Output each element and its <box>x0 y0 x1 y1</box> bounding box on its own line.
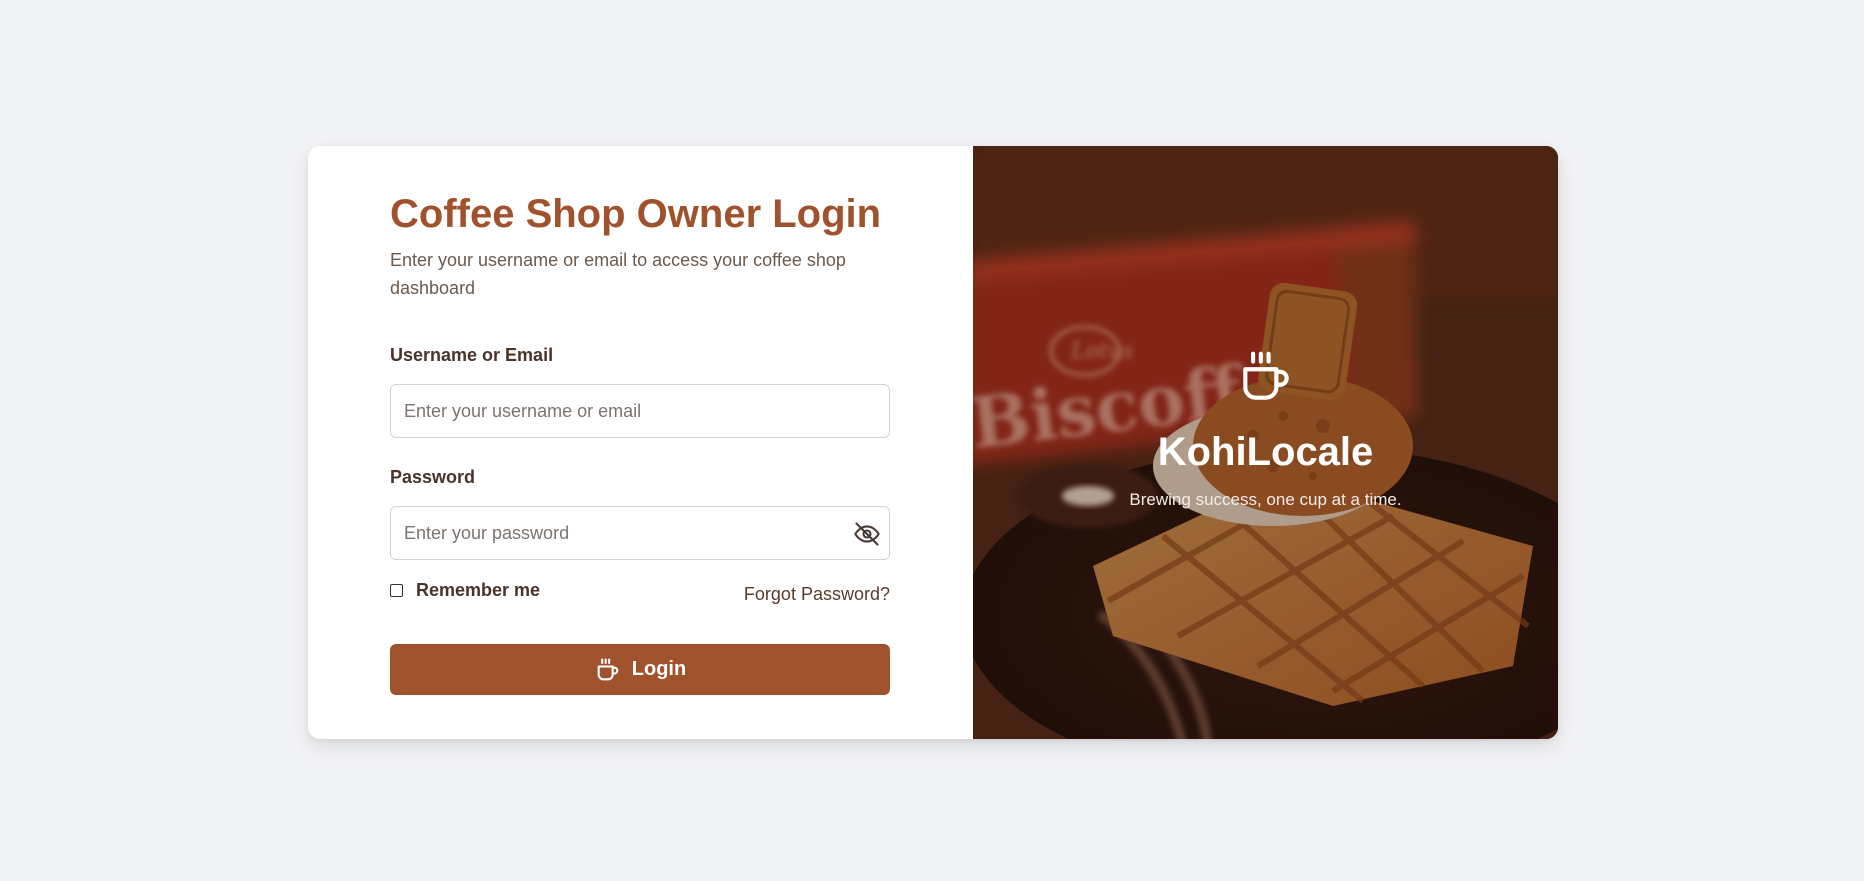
brand-block: KohiLocale Brewing success, one cup at a… <box>973 346 1558 510</box>
login-panel: Coffee Shop Owner Login Enter your usern… <box>308 146 973 739</box>
eye-off-icon[interactable] <box>853 520 881 548</box>
remember-me[interactable]: Remember me <box>390 580 540 600</box>
brand-panel: Lotus Biscoff KohiLocale Brewing success… <box>973 146 1558 739</box>
remember-checkbox[interactable] <box>390 583 403 597</box>
username-label: Username or Email <box>390 345 554 365</box>
coffee-cup-icon <box>597 657 619 680</box>
password-field <box>390 506 890 560</box>
options-row: Remember me Forgot Password? <box>390 580 890 610</box>
username-input[interactable] <box>391 385 889 437</box>
remember-label: Remember me <box>416 580 541 600</box>
page-subtitle: Enter your username or email to access y… <box>390 250 846 298</box>
login-card: Coffee Shop Owner Login Enter your usern… <box>308 146 1558 739</box>
password-label: Password <box>390 467 476 487</box>
brand-name: KohiLocale <box>1157 430 1374 474</box>
coffee-cup-icon <box>1242 351 1289 400</box>
login-button-label: Login <box>631 658 687 680</box>
login-button[interactable]: Login <box>390 644 890 695</box>
page-title: Coffee Shop Owner Login <box>390 192 882 236</box>
username-field <box>390 384 890 438</box>
password-input[interactable] <box>391 507 889 559</box>
brand-tagline: Brewing success, one cup at a time. <box>1129 490 1402 509</box>
forgot-password-link[interactable]: Forgot Password? <box>744 584 890 605</box>
